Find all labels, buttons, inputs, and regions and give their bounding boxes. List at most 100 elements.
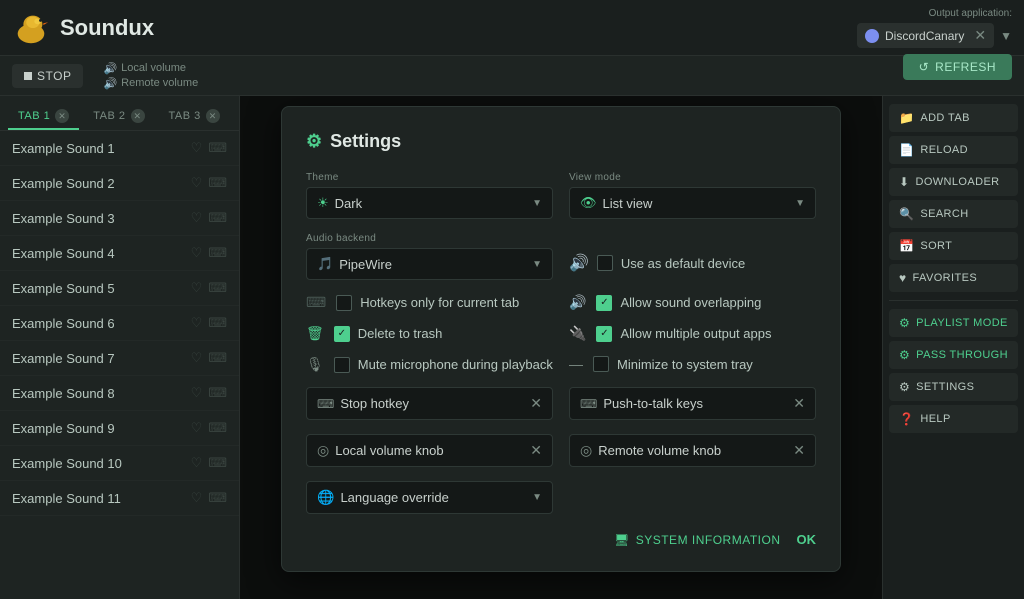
- ptt-clear-icon[interactable]: ✕: [793, 395, 805, 412]
- sound-item[interactable]: Example Sound 5 ♡ ⌨: [0, 271, 239, 306]
- sound-item[interactable]: Example Sound 2 ♡ ⌨: [0, 166, 239, 201]
- local-knob-clear-icon[interactable]: ✕: [530, 442, 542, 459]
- stop-hotkey-clear-icon[interactable]: ✕: [530, 395, 542, 412]
- ptt-kbd-icon: ⌨: [580, 397, 597, 411]
- tab-3-close-icon[interactable]: ✕: [206, 109, 220, 123]
- hotkeys-icon: ⌨: [306, 294, 326, 311]
- volume-labels: 🔊 Local volume 🔊 Remote volume: [103, 62, 198, 90]
- heart-icon[interactable]: ♡: [191, 420, 203, 436]
- favorites-button[interactable]: ♥ FAVORITES: [889, 264, 1018, 292]
- language-row: 🌐 Language override ▼: [306, 481, 816, 514]
- remote-knob-clear-icon[interactable]: ✕: [793, 442, 805, 459]
- playlist-mode-button[interactable]: ⚙ PLAYLIST MODE: [889, 309, 1018, 337]
- audio-backend-icon: 🎵: [317, 256, 333, 272]
- heart-icon[interactable]: ♡: [191, 280, 203, 296]
- allow-multiple-output-row[interactable]: 🔌 Allow multiple output apps: [569, 325, 816, 342]
- tray-icon: —: [569, 356, 583, 372]
- tab-3[interactable]: TAB 3 ✕: [159, 104, 230, 130]
- theme-select[interactable]: ☀ Dark ▼: [306, 187, 553, 219]
- system-info-button[interactable]: 🖥 SYSTEM INFORMATION: [614, 533, 781, 547]
- keyboard-icon[interactable]: ⌨: [208, 140, 227, 156]
- delete-trash-checkbox[interactable]: [334, 326, 350, 342]
- heart-icon[interactable]: ♡: [191, 350, 203, 366]
- help-button[interactable]: ❓ HELP: [889, 405, 1018, 433]
- sort-button[interactable]: 📅 SORT: [889, 232, 1018, 260]
- allow-multiple-output-checkbox[interactable]: [596, 326, 612, 342]
- mute-mic-checkbox[interactable]: [334, 357, 350, 373]
- tab-1-close-icon[interactable]: ✕: [55, 109, 69, 123]
- sound-item[interactable]: Example Sound 8 ♡ ⌨: [0, 376, 239, 411]
- sound-item[interactable]: Example Sound 3 ♡ ⌨: [0, 201, 239, 236]
- keyboard-icon[interactable]: ⌨: [208, 385, 227, 401]
- keyboard-icon[interactable]: ⌨: [208, 490, 227, 506]
- settings-button[interactable]: ⚙ SETTINGS: [889, 373, 1018, 401]
- main-area: TAB 1 ✕ TAB 2 ✕ TAB 3 ✕ Example Sound 1 …: [0, 96, 1024, 599]
- language-select[interactable]: 🌐 Language override ▼: [306, 481, 553, 514]
- tab-2[interactable]: TAB 2 ✕: [83, 104, 154, 130]
- minimize-tray-row[interactable]: — Minimize to system tray: [569, 356, 816, 372]
- heart-icon[interactable]: ♡: [191, 210, 203, 226]
- checkboxes-row-3: 🎙 Mute microphone during playback — Mini…: [306, 356, 816, 373]
- heart-icon[interactable]: ♡: [191, 140, 203, 156]
- sound-item[interactable]: Example Sound 9 ♡ ⌨: [0, 411, 239, 446]
- output-app-chevron-icon[interactable]: ▼: [1000, 29, 1012, 43]
- sound-name: Example Sound 6: [12, 316, 115, 331]
- discord-app-name: DiscordCanary: [885, 29, 964, 43]
- sound-item[interactable]: Example Sound 7 ♡ ⌨: [0, 341, 239, 376]
- heart-icon[interactable]: ♡: [191, 385, 203, 401]
- delete-trash-row[interactable]: 🗑 Delete to trash: [306, 325, 553, 342]
- add-tab-button[interactable]: 📁 ADD TAB: [889, 104, 1018, 132]
- hotkeys-only-checkbox[interactable]: [336, 295, 352, 311]
- close-discord-icon[interactable]: ✕: [974, 27, 986, 44]
- sound-item[interactable]: Example Sound 6 ♡ ⌨: [0, 306, 239, 341]
- default-device-checkbox[interactable]: [597, 255, 613, 271]
- keyboard-icon[interactable]: ⌨: [208, 350, 227, 366]
- playlist-mode-icon: ⚙: [899, 316, 910, 330]
- sound-item[interactable]: Example Sound 11 ♡ ⌨: [0, 481, 239, 516]
- heart-icon[interactable]: ♡: [191, 175, 203, 191]
- view-mode-select[interactable]: 👁 List view ▼: [569, 187, 816, 219]
- minimize-tray-checkbox[interactable]: [593, 356, 609, 372]
- default-device-row[interactable]: 🔊 Use as default device: [569, 253, 816, 273]
- pass-through-button[interactable]: ⚙ PASS THROUGH: [889, 341, 1018, 369]
- push-to-talk-field[interactable]: ⌨ Push-to-talk keys ✕: [569, 387, 816, 420]
- audio-backend-select[interactable]: 🎵 PipeWire ▼: [306, 248, 553, 280]
- discord-badge[interactable]: DiscordCanary ✕: [857, 23, 994, 48]
- theme-field: Theme ☀ Dark ▼: [306, 172, 553, 219]
- default-device-icon: 🔊: [569, 253, 589, 273]
- heart-icon[interactable]: ♡: [191, 455, 203, 471]
- reload-button[interactable]: 📄 RELOAD: [889, 136, 1018, 164]
- language-placeholder: [569, 481, 816, 514]
- sound-item[interactable]: Example Sound 4 ♡ ⌨: [0, 236, 239, 271]
- hotkeys-only-row[interactable]: ⌨ Hotkeys only for current tab: [306, 294, 553, 311]
- sound-item[interactable]: Example Sound 10 ♡ ⌨: [0, 446, 239, 481]
- heart-icon[interactable]: ♡: [191, 315, 203, 331]
- stop-button[interactable]: STOP: [12, 64, 83, 88]
- keyboard-icon[interactable]: ⌨: [208, 455, 227, 471]
- allow-overlapping-row[interactable]: 🔊 Allow sound overlapping: [569, 294, 816, 311]
- downloader-button[interactable]: ⬇ DOWNLOADER: [889, 168, 1018, 196]
- search-button[interactable]: 🔍 SEARCH: [889, 200, 1018, 228]
- left-panel: TAB 1 ✕ TAB 2 ✕ TAB 3 ✕ Example Sound 1 …: [0, 96, 240, 599]
- local-volume-knob-field[interactable]: ◎ Local volume knob ✕: [306, 434, 553, 467]
- keyboard-icon[interactable]: ⌨: [208, 245, 227, 261]
- tab-1[interactable]: TAB 1 ✕: [8, 104, 79, 130]
- keyboard-icon[interactable]: ⌨: [208, 420, 227, 436]
- header-right: Output application: DiscordCanary ✕ ▼ ↺ …: [857, 8, 1012, 80]
- mute-mic-row[interactable]: 🎙 Mute microphone during playback: [306, 356, 553, 373]
- keyboard-icon[interactable]: ⌨: [208, 280, 227, 296]
- heart-icon[interactable]: ♡: [191, 490, 203, 506]
- allow-overlapping-field: 🔊 Allow sound overlapping: [569, 294, 816, 311]
- stop-hotkey-field[interactable]: ⌨ Stop hotkey ✕: [306, 387, 553, 420]
- keyboard-icon[interactable]: ⌨: [208, 175, 227, 191]
- refresh-button[interactable]: ↺ REFRESH: [903, 54, 1012, 80]
- heart-icon[interactable]: ♡: [191, 245, 203, 261]
- allow-overlapping-checkbox[interactable]: [596, 295, 612, 311]
- tab-2-close-icon[interactable]: ✕: [131, 109, 145, 123]
- sound-item[interactable]: Example Sound 1 ♡ ⌨: [0, 131, 239, 166]
- keyboard-icon[interactable]: ⌨: [208, 210, 227, 226]
- keyboard-icon[interactable]: ⌨: [208, 315, 227, 331]
- ok-button[interactable]: OK: [797, 532, 817, 547]
- remote-volume-knob-field[interactable]: ◎ Remote volume knob ✕: [569, 434, 816, 467]
- hotkeys-row: ⌨ Stop hotkey ✕ ⌨ Push-to-talk keys ✕: [306, 387, 816, 420]
